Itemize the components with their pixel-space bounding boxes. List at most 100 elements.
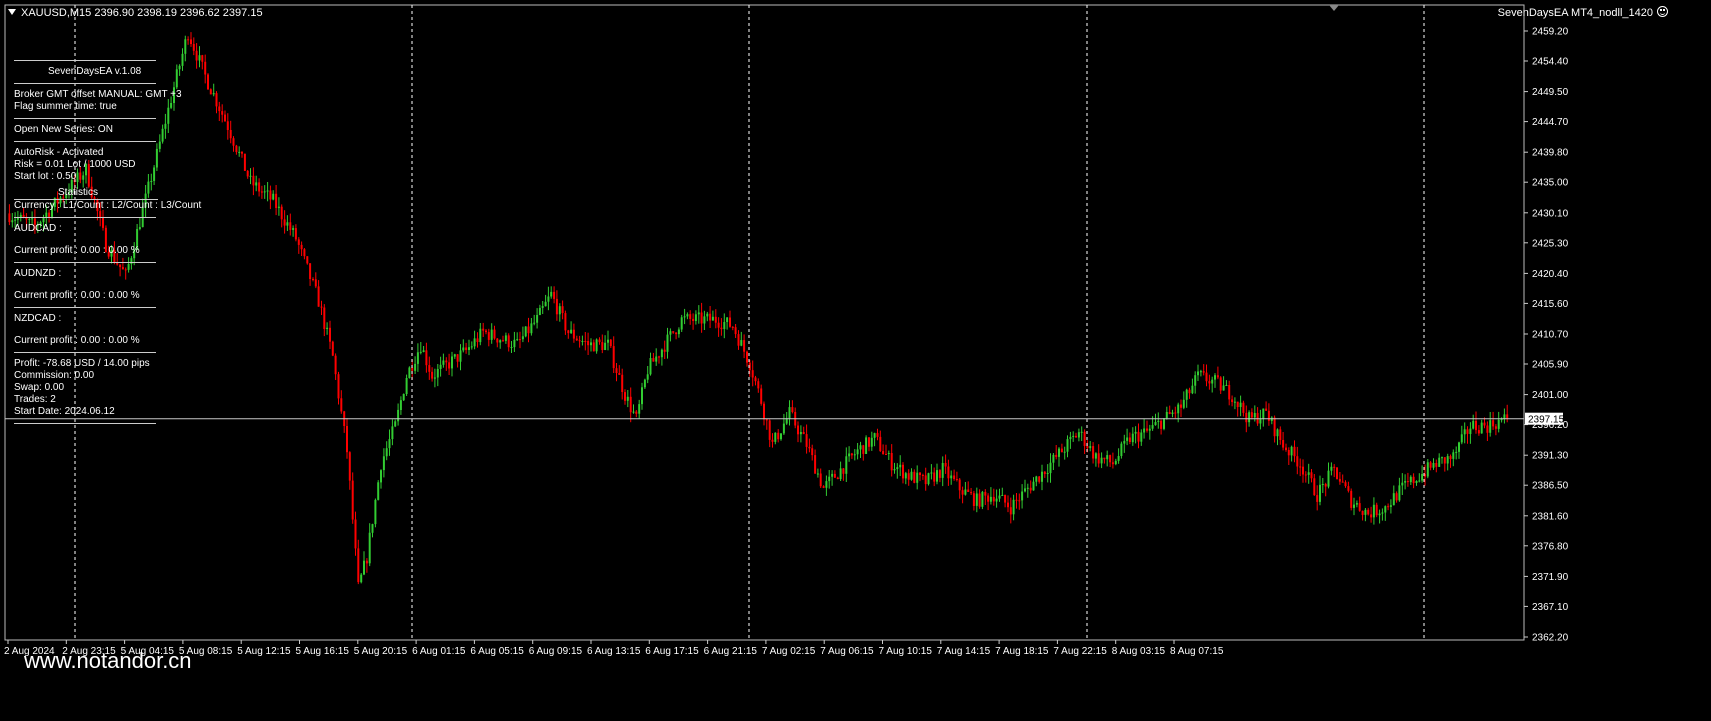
candle-body <box>635 411 638 414</box>
candle-body <box>703 316 706 324</box>
candle-body <box>1106 455 1109 460</box>
candle-body <box>1412 476 1415 484</box>
candle-body <box>729 317 731 327</box>
candle-body <box>1361 510 1364 515</box>
panel-separator <box>14 141 156 142</box>
candle-body <box>346 426 348 453</box>
candle-body <box>607 339 609 343</box>
candle-body <box>1319 484 1321 502</box>
candle-body <box>1191 385 1194 394</box>
candle-body <box>1469 428 1472 434</box>
candle-body <box>448 362 451 369</box>
candle-body <box>1494 426 1497 429</box>
candle-body <box>1046 473 1049 474</box>
candle-body <box>519 339 521 341</box>
price-chart[interactable]: 2459.20 2454.40 2449.50 2444.70 2439.80 2435.… <box>0 0 1711 721</box>
candle-body <box>919 472 921 475</box>
trades-count: Trades: 2 <box>14 394 56 405</box>
candle-body <box>221 111 224 115</box>
candle-body <box>1188 389 1191 394</box>
x-tick-label: 5 Aug 16:15 <box>296 646 350 657</box>
candle-body <box>538 307 541 315</box>
candle-body <box>419 351 422 353</box>
candle-body <box>1338 478 1341 482</box>
candle-body <box>734 327 737 335</box>
candle-body <box>306 256 309 264</box>
candle-body <box>1157 420 1160 422</box>
candle-body <box>992 496 995 502</box>
candle-body <box>936 470 938 482</box>
candle-body <box>1168 412 1171 414</box>
candle-body <box>380 470 382 483</box>
shift-marker-icon[interactable] <box>1329 5 1339 11</box>
candle-body <box>1205 372 1208 382</box>
y-tick-label: 2401.00 <box>1532 390 1569 401</box>
candle-body <box>473 338 476 347</box>
candle-body <box>266 190 269 192</box>
candle-body <box>280 206 283 220</box>
candle-body <box>1086 446 1089 449</box>
start-lot: Start lot : 0.50 <box>14 171 77 182</box>
candle-body <box>541 306 544 308</box>
smiley-icon[interactable] <box>1657 6 1668 17</box>
chart-window[interactable]: 2459.20 2454.40 2449.50 2444.70 2439.80 2435.… <box>0 0 1711 721</box>
candle-body <box>816 473 819 475</box>
candle-body <box>1041 471 1043 482</box>
candle-body <box>646 374 649 380</box>
candle-body <box>575 338 578 341</box>
candle-body <box>459 350 462 362</box>
candle-body <box>904 473 907 479</box>
y-tick-label: 2459.20 <box>1532 27 1569 38</box>
candle-body <box>229 130 232 139</box>
candle-body <box>788 407 791 419</box>
candle-body <box>351 480 354 520</box>
candle-body <box>1083 431 1086 446</box>
y-tick-label: 2376.80 <box>1532 541 1569 552</box>
candle-body <box>763 403 765 420</box>
candle-body <box>774 432 777 442</box>
candle-body <box>896 467 899 469</box>
candle-body <box>1216 375 1219 378</box>
candle-body <box>1151 425 1154 429</box>
candle-body <box>1347 486 1350 491</box>
candle-body <box>1304 474 1307 476</box>
candle-body <box>1321 484 1324 485</box>
panel-separator <box>14 352 156 353</box>
candle-body <box>334 355 337 375</box>
candle-body <box>604 342 607 350</box>
candle-body <box>1426 462 1429 477</box>
y-tick-label: 2454.40 <box>1532 57 1569 68</box>
candle-body <box>476 338 479 342</box>
candle-body <box>964 489 967 495</box>
candle-body <box>348 452 351 481</box>
candle-body <box>1290 446 1293 456</box>
candle-body <box>283 219 286 226</box>
summer-time-flag: Flag summer time: true <box>14 101 117 112</box>
candle-body <box>377 482 380 500</box>
candle-body <box>1401 482 1404 486</box>
candle-body <box>399 400 402 410</box>
candle-body <box>1137 431 1140 442</box>
candle-body <box>1171 412 1174 414</box>
candle-body <box>938 470 941 478</box>
candle-body <box>1489 420 1492 433</box>
candle-body <box>692 318 695 321</box>
candle-body <box>504 335 507 341</box>
candle-body <box>780 433 782 440</box>
candle-body <box>241 151 243 154</box>
candle-body <box>1024 488 1026 492</box>
current-price-label: 2397.15 <box>1528 415 1565 426</box>
candle-body <box>1038 476 1041 482</box>
candle-body <box>947 466 950 479</box>
candle-body <box>1018 500 1021 502</box>
candle-body <box>1094 453 1097 459</box>
candle-body <box>666 334 669 352</box>
candle-body <box>286 222 289 226</box>
candle-body <box>1123 440 1126 444</box>
candle-body <box>232 138 235 146</box>
candle-body <box>561 306 564 313</box>
dropdown-triangle-icon[interactable] <box>8 9 16 15</box>
candle-body <box>1287 450 1290 456</box>
candle-body <box>1384 506 1387 513</box>
candle-body <box>765 419 768 421</box>
